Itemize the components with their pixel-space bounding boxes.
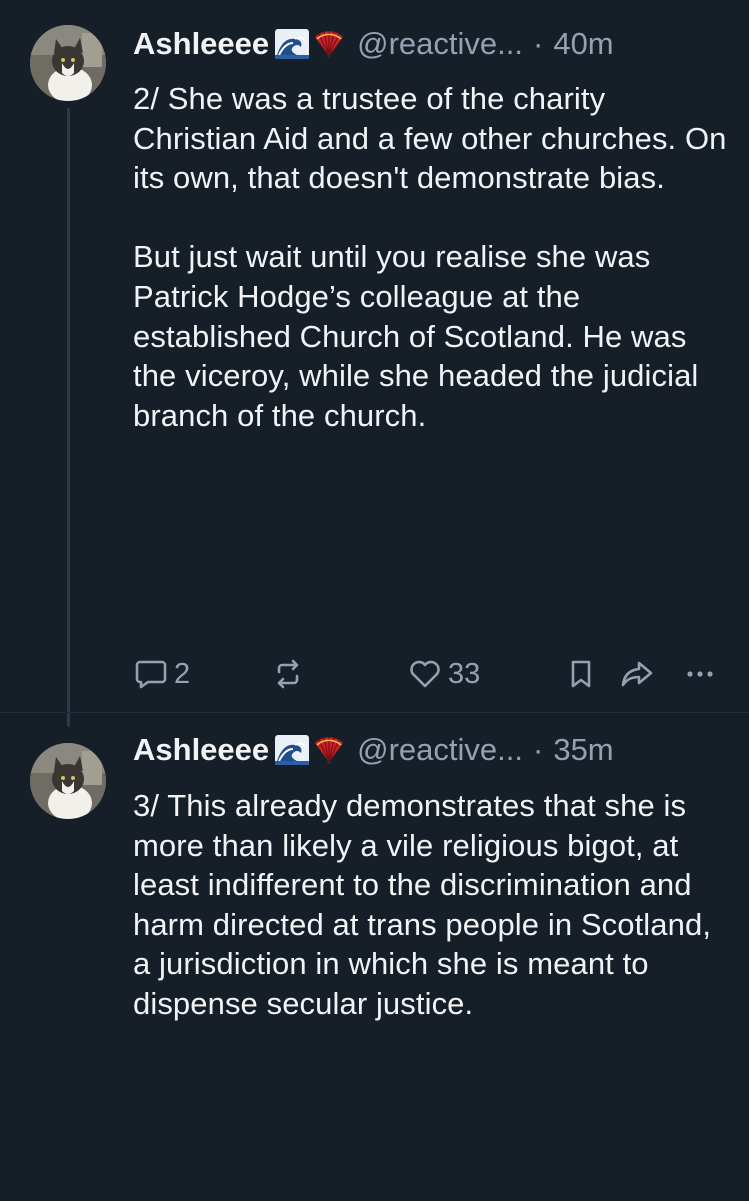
reply-icon [135, 660, 167, 689]
post-time[interactable]: 35m [553, 732, 613, 768]
post[interactable]: Ashleeee @reactive... · 35m 3/ This alre… [0, 712, 749, 1201]
reply-count: 2 [174, 657, 191, 690]
share-icon [621, 661, 653, 687]
reply-button[interactable]: 2 [134, 652, 190, 696]
cat-avatar-icon [30, 743, 106, 819]
post-header: Ashleeee @reactive... · 35m [133, 730, 729, 770]
bookmark-button[interactable] [566, 652, 596, 696]
post-time[interactable]: 40m [553, 26, 613, 62]
repost-button[interactable] [271, 652, 305, 696]
heart-icon [410, 660, 440, 688]
like-count: 33 [448, 657, 481, 690]
share-button[interactable] [620, 652, 654, 696]
wave-emoji-icon [275, 735, 310, 765]
like-button[interactable]: 33 [408, 652, 480, 696]
author-name[interactable]: Ashleeee [133, 732, 269, 768]
avatar[interactable] [30, 25, 106, 101]
thread-line [67, 713, 70, 727]
wave-emoji-icon [275, 29, 310, 59]
author-handle[interactable]: @reactive... [357, 732, 523, 768]
fan-emoji-icon [315, 31, 344, 58]
flair [275, 29, 345, 59]
post-header: Ashleeee @reactive... · 40m [133, 24, 729, 64]
repost-icon [277, 659, 299, 689]
separator-dot: · [533, 732, 544, 767]
author-handle[interactable]: @reactive... [357, 26, 523, 62]
post-text: 3/ This already demonstrates that she is… [133, 788, 712, 1021]
more-options-button[interactable] [683, 652, 717, 696]
separator-dot: · [533, 26, 544, 61]
author-name[interactable]: Ashleeee [133, 26, 269, 62]
avatar[interactable] [30, 743, 106, 819]
cat-avatar-icon [30, 25, 106, 101]
bookmark-icon [571, 660, 591, 688]
post-text: 2/ She was a trustee of the charity Chri… [133, 81, 727, 433]
flair [275, 735, 345, 765]
more-icon [687, 671, 713, 677]
post[interactable]: Ashleeee @reactive... · 40m 2/ She was a… [0, 0, 749, 712]
post-actions: 2 33 [0, 652, 749, 696]
thread-line [67, 108, 70, 712]
fan-emoji-icon [315, 737, 344, 764]
